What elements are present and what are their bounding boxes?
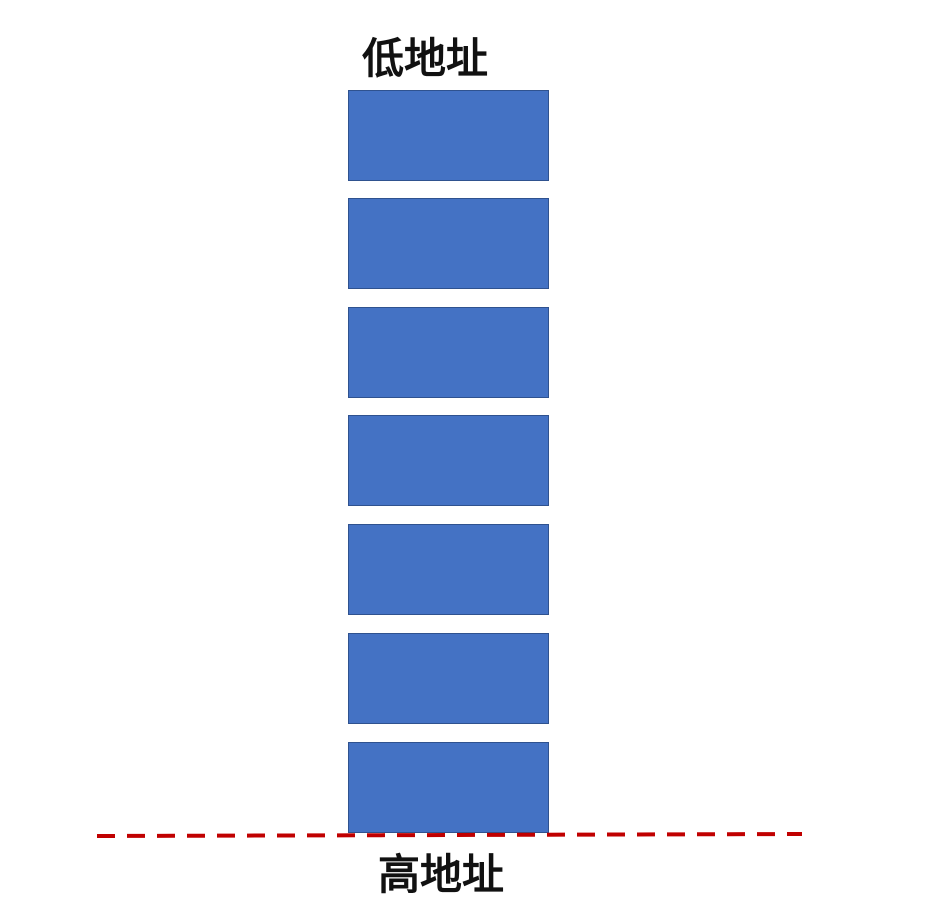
dashed-line xyxy=(96,832,803,838)
high-address-label: 高地址 xyxy=(378,850,505,899)
baseline-dashed-line xyxy=(96,832,803,838)
